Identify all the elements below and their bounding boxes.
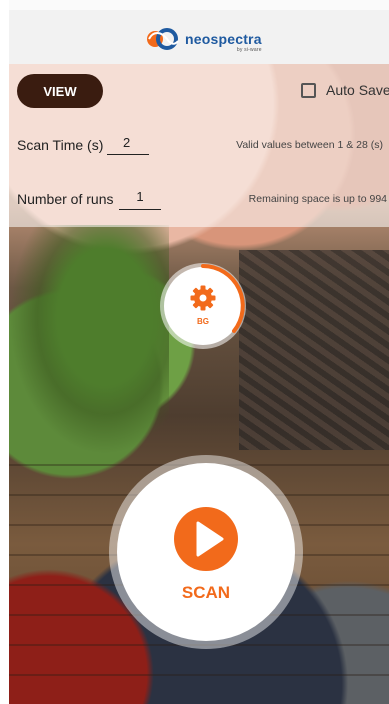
logo-text: neospectra by si-ware xyxy=(185,31,262,53)
auto-save-checkbox[interactable] xyxy=(301,82,316,98)
auto-save-label: Auto Save xyxy=(326,82,389,98)
background-herbs xyxy=(9,225,169,455)
neospectra-logo-icon xyxy=(147,28,179,50)
gear-icon xyxy=(190,285,216,311)
view-button[interactable]: VIEW xyxy=(17,74,103,108)
play-icon xyxy=(174,507,238,571)
runs-label: Number of runs xyxy=(17,191,114,207)
scan-button[interactable]: SCAN xyxy=(117,463,295,641)
background-button-label: BG xyxy=(197,317,209,326)
app-screen: neospectra by si-ware VIEW Auto Save Sca… xyxy=(9,0,389,704)
auto-save-toggle[interactable]: Auto Save xyxy=(301,82,389,98)
scan-time-input[interactable]: 2 xyxy=(107,135,149,155)
background-button[interactable]: BG xyxy=(160,263,246,349)
app-header: neospectra by si-ware xyxy=(9,0,389,64)
scan-time-label: Scan Time (s) xyxy=(17,137,104,153)
runs-hint: Remaining space is up to 994 xyxy=(248,193,387,205)
scan-time-hint: Valid values between 1 & 28 (s) xyxy=(236,139,383,151)
app-logo: neospectra by si-ware xyxy=(145,24,262,54)
runs-input[interactable]: 1 xyxy=(119,189,161,210)
background-cloth xyxy=(239,250,389,450)
scan-button-label: SCAN xyxy=(181,583,231,602)
logo-subtext: by si-ware xyxy=(236,47,262,53)
